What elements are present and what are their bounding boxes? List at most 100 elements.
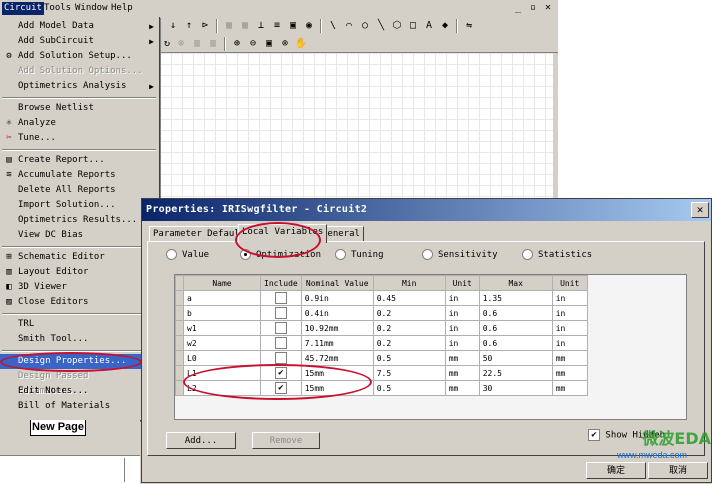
menu-item-add-model-data[interactable]: Add Model Data ▶ (0, 19, 158, 34)
cell-name[interactable]: L0 (183, 350, 261, 366)
menu-item-smith-tool[interactable]: Smith Tool... (0, 332, 158, 347)
cell-max[interactable]: 1.35 (478, 290, 553, 306)
menu-tools[interactable]: Tools (42, 2, 73, 15)
cell-min-unit[interactable]: mm (444, 380, 480, 396)
include-checkbox[interactable] (274, 337, 287, 349)
menu-item-add-subcircuit[interactable]: Add SubCircuit ▶ (0, 34, 158, 49)
menu-item-optimetrics-results[interactable]: Optimetrics Results... (0, 213, 158, 228)
cell-max[interactable]: 0.6 (478, 335, 553, 351)
arrow-down-icon[interactable]: ↓ (166, 19, 180, 33)
cell-min-unit[interactable]: mm (444, 350, 480, 366)
flip-icon[interactable]: ⇋ (462, 19, 476, 33)
col-min[interactable]: Min (372, 275, 446, 291)
cell-max[interactable]: 0.6 (478, 320, 553, 336)
menu-item-schematic-editor[interactable]: ⊞ Schematic Editor (0, 250, 158, 265)
menu-item-delete-all-reports[interactable]: Delete All Reports (0, 183, 158, 198)
menu-item-tune[interactable]: ✂ Tune... (0, 131, 158, 146)
menu-item-browse-netlist[interactable]: Browse Netlist (0, 101, 158, 116)
menu-window[interactable]: Window (73, 2, 110, 15)
vertical-scrollbar[interactable] (553, 53, 558, 198)
row-header[interactable] (175, 365, 184, 381)
distribute-icon[interactable]: ▥ (206, 37, 220, 51)
restore-icon[interactable]: ▫ (526, 1, 540, 14)
row-header[interactable] (175, 290, 184, 306)
row-header[interactable] (175, 350, 184, 366)
col-include[interactable]: Include (260, 275, 302, 291)
zoom-fit-icon[interactable]: ▣ (262, 37, 276, 51)
tab-new-page[interactable]: New Page (30, 420, 86, 436)
list-icon[interactable]: ≡ (270, 19, 284, 33)
radio-sensitivity[interactable]: Sensitivity (422, 249, 498, 261)
col-min-unit[interactable]: Unit (444, 275, 480, 291)
cell-max-unit[interactable]: in (551, 305, 588, 321)
col-max-unit[interactable]: Unit (551, 275, 588, 291)
cell-name[interactable]: w2 (183, 335, 261, 351)
arrow-up-icon[interactable]: ↑ (182, 19, 196, 33)
cell-max[interactable]: 22.5 (478, 365, 553, 381)
cell-min-unit[interactable]: in (444, 305, 480, 321)
cell-max-unit[interactable]: in (551, 290, 588, 306)
circle-icon[interactable]: ○ (358, 19, 372, 33)
minimize-icon[interactable]: _ (511, 1, 525, 14)
grid-icon[interactable]: ▦ (222, 19, 236, 33)
cell-max-unit[interactable]: mm (551, 350, 588, 366)
menu-item-layout-editor[interactable]: ▥ Layout Editor (0, 265, 158, 280)
text-icon[interactable]: A (422, 19, 436, 33)
polygon-icon[interactable]: ⬡ (390, 19, 404, 33)
cell-min-unit[interactable]: in (444, 290, 480, 306)
cell-max-unit[interactable]: mm (551, 380, 588, 396)
radio-tuning[interactable]: Tuning (335, 249, 384, 261)
cell-min[interactable]: 0.2 (372, 320, 446, 336)
snap-icon[interactable]: ▦ (238, 19, 252, 33)
cell-min-unit[interactable]: in (444, 335, 480, 351)
menu-item-add-solution-setup[interactable]: ⚙ Add Solution Setup... (0, 49, 158, 64)
row-header[interactable] (175, 320, 184, 336)
cell-min[interactable]: 0.5 (372, 350, 446, 366)
col-nominal[interactable]: Nominal Value (300, 275, 374, 291)
cell-nominal[interactable]: 7.11mm (300, 335, 374, 351)
table-row[interactable]: a 0.9in 0.45 in 1.35 in (175, 290, 588, 306)
diagonal-icon[interactable]: ╲ (374, 19, 388, 33)
menu-item-bill-of-materials[interactable]: Bill of Materials (0, 399, 158, 414)
cell-min[interactable]: 0.5 (372, 380, 446, 396)
include-checkbox[interactable] (274, 352, 287, 364)
close-icon[interactable]: ✕ (691, 202, 709, 218)
ok-button[interactable]: 确定 (586, 462, 646, 479)
cell-min-unit[interactable]: mm (444, 365, 480, 381)
cell-name[interactable]: w1 (183, 320, 261, 336)
menu-item-analyze[interactable]: ⚛ Analyze (0, 116, 158, 131)
menu-item-accumulate-reports[interactable]: ≋ Accumulate Reports (0, 168, 158, 183)
cell-max-unit[interactable]: in (551, 335, 588, 351)
polyline-icon[interactable]: ⌒ (342, 19, 356, 33)
component-icon[interactable]: ▣ (286, 19, 300, 33)
cell-min[interactable]: 0.45 (372, 290, 446, 306)
pan-hand-icon[interactable]: ✋ (294, 37, 308, 51)
cell-max[interactable]: 0.6 (478, 305, 553, 321)
menu-item-edit-notes[interactable]: Edit Notes... (0, 384, 158, 399)
radio-value[interactable]: Value (166, 249, 209, 261)
cell-max-unit[interactable]: mm (551, 365, 588, 381)
cell-nominal[interactable]: 45.72mm (300, 350, 374, 366)
cancel-button[interactable]: 取消 (648, 462, 708, 479)
menu-item-add-solution-options[interactable]: Add Solution Options... (0, 64, 158, 79)
include-checkbox[interactable] (274, 322, 287, 334)
cell-nominal[interactable]: 10.92mm (300, 320, 374, 336)
menu-help[interactable]: Help (109, 2, 135, 15)
col-name[interactable]: Name (183, 275, 261, 291)
zoom-in-icon[interactable]: ⊕ (230, 37, 244, 51)
schematic-canvas[interactable] (160, 53, 553, 198)
ground-icon[interactable]: ⊥ (254, 19, 268, 33)
col-max[interactable]: Max (478, 275, 553, 291)
cell-name[interactable]: a (183, 290, 261, 306)
menu-item-trl[interactable]: TRL (0, 317, 158, 332)
include-checkbox[interactable] (274, 292, 287, 304)
menu-item-3d-viewer[interactable]: ◧ 3D Viewer (0, 280, 158, 295)
add-button[interactable]: Add... (166, 432, 236, 449)
cell-name[interactable]: b (183, 305, 261, 321)
cell-nominal[interactable]: 0.9in (300, 290, 374, 306)
include-checkbox[interactable] (274, 307, 287, 319)
cell-max[interactable]: 50 (478, 350, 553, 366)
table-row[interactable]: w2 7.11mm 0.2 in 0.6 in (175, 335, 588, 351)
cell-nominal[interactable]: 0.4in (300, 305, 374, 321)
port-icon[interactable]: ⊳ (198, 19, 212, 33)
